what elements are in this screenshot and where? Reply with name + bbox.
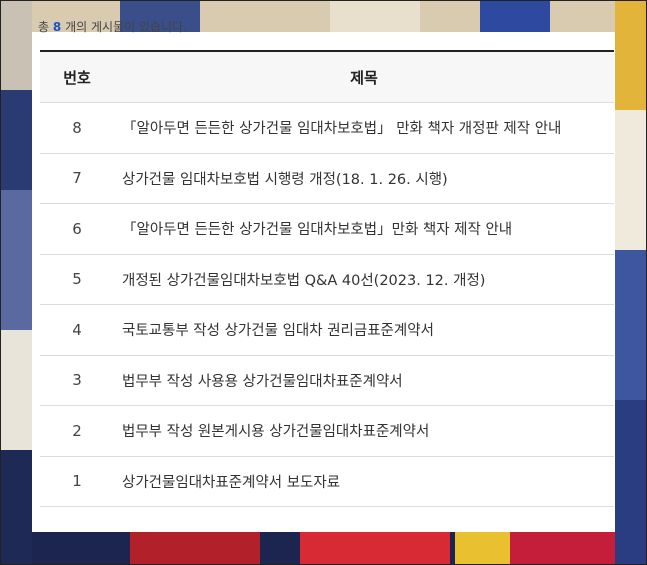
header-num: 번호 <box>63 68 91 87</box>
row-num: 6 <box>72 219 82 238</box>
post-title-link[interactable]: 법무부 작성 원본게시용 상가건물임대차표준계약서 <box>114 420 614 441</box>
table-row: 6 「알아두면 든든한 상가건물 임대차보호법」만화 책자 제작 안내 <box>40 204 614 255</box>
board-panel: 총 8 개의 게시물이 있습니다. 번호 제목 8 「알아두면 든든한 상가건물… <box>32 20 615 532</box>
table-row: 2 법무부 작성 원본게시용 상가건물임대차표준계약서 <box>40 406 614 457</box>
header-title: 제목 <box>350 68 378 87</box>
row-num: 5 <box>72 270 82 289</box>
row-num: 3 <box>72 371 82 390</box>
count-prefix: 총 <box>38 20 50 34</box>
table-row: 4 국토교통부 작성 상가건물 임대차 권리금표준계약서 <box>40 305 614 356</box>
post-count-text: 총 8 개의 게시물이 있습니다. <box>38 20 187 34</box>
table-row: 3 법무부 작성 사용용 상가건물임대차표준계약서 <box>40 356 614 406</box>
post-title-link[interactable]: 개정된 상가건물임대차보호법 Q&A 40선(2023. 12. 개정) <box>114 269 614 290</box>
row-num: 7 <box>72 169 82 188</box>
row-num: 8 <box>72 118 82 137</box>
row-num: 1 <box>72 472 82 491</box>
table-row: 7 상가건물 임대차보호법 시행령 개정(18. 1. 26. 시행) <box>40 154 614 204</box>
row-num: 4 <box>72 320 82 339</box>
post-title-link[interactable]: 법무부 작성 사용용 상가건물임대차표준계약서 <box>114 370 614 391</box>
post-title-link[interactable]: 상가건물 임대차보호법 시행령 개정(18. 1. 26. 시행) <box>114 168 614 189</box>
board-table: 번호 제목 8 「알아두면 든든한 상가건물 임대차보호법」 만화 책자 개정판… <box>40 50 614 507</box>
post-title-link[interactable]: 「알아두면 든든한 상가건물 임대차보호법」 만화 책자 개정판 제작 안내 <box>114 117 614 138</box>
post-title-link[interactable]: 상가건물임대차표준계약서 보도자료 <box>114 471 614 492</box>
count-suffix: 개의 게시물이 있습니다. <box>65 20 187 34</box>
post-title-link[interactable]: 국토교통부 작성 상가건물 임대차 권리금표준계약서 <box>114 319 614 340</box>
post-count: 8 <box>52 20 62 34</box>
row-num: 2 <box>72 421 82 440</box>
table-row: 1 상가건물임대차표준계약서 보도자료 <box>40 457 614 507</box>
post-title-link[interactable]: 「알아두면 든든한 상가건물 임대차보호법」만화 책자 제작 안내 <box>114 218 614 239</box>
table-row: 5 개정된 상가건물임대차보호법 Q&A 40선(2023. 12. 개정) <box>40 255 614 305</box>
table-row: 8 「알아두면 든든한 상가건물 임대차보호법」 만화 책자 개정판 제작 안내 <box>40 103 614 154</box>
table-header: 번호 제목 <box>40 50 614 103</box>
